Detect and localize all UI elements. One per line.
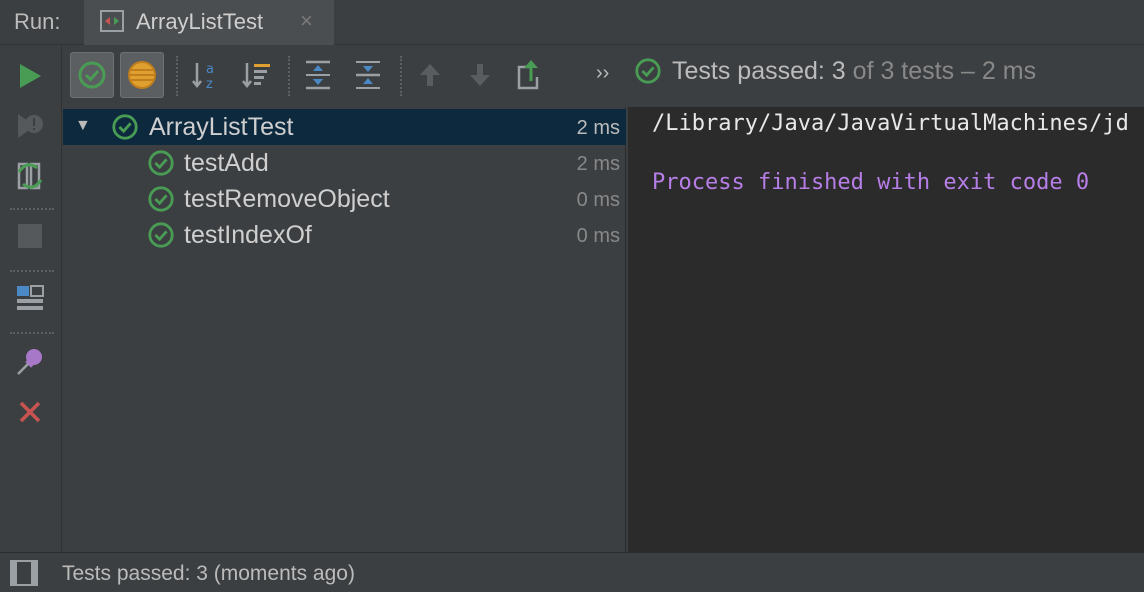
sort-alpha-icon: a z <box>192 62 214 91</box>
export-results-button[interactable] <box>508 52 552 98</box>
tree-row-test[interactable]: testRemoveObject 0 ms <box>63 181 626 217</box>
rerun-failed-icon <box>18 114 43 138</box>
toolbar-separator <box>10 208 54 210</box>
check-circle-icon <box>78 61 106 89</box>
toggle-auto-test-icon <box>17 162 43 190</box>
stop-button[interactable] <box>12 218 48 254</box>
run-label: Run: <box>14 9 61 34</box>
test-summary: Tests passed: 3 of 3 tests – 2 ms <box>634 56 1036 86</box>
toolbar-separator <box>400 56 402 96</box>
test-config-icon <box>100 10 124 32</box>
toggle-auto-test-button[interactable] <box>12 158 48 194</box>
test-method-name: testIndexOf <box>184 221 312 249</box>
expand-all-icon <box>306 60 330 90</box>
close-button[interactable] <box>12 394 48 430</box>
status-text: Tests passed: 3 (moments ago) <box>62 562 355 585</box>
svg-text:a: a <box>206 62 214 77</box>
arrow-down-icon <box>470 64 490 86</box>
check-circle-icon <box>112 114 138 140</box>
toolbar-separator <box>10 270 54 272</box>
stop-icon <box>18 224 42 248</box>
more-actions-icon[interactable]: ›› <box>596 62 609 85</box>
test-method-name: testRemoveObject <box>184 185 390 213</box>
svg-text:z: z <box>206 77 213 91</box>
test-tree: ▼ ArrayListTest 2 ms testAdd 2 ms testRe… <box>63 107 626 552</box>
tool-window-toggle-icon[interactable] <box>10 560 38 586</box>
run-icon <box>20 64 41 88</box>
arrow-up-icon <box>420 64 440 86</box>
ignored-test-icon <box>128 61 156 89</box>
console-output[interactable]: /Library/Java/JavaVirtualMachines/jd Pro… <box>628 107 1144 552</box>
tab-title: ArrayListTest <box>136 9 264 34</box>
pin-icon <box>17 349 42 375</box>
console-line-exit: Process finished with exit code 0 <box>652 170 1090 195</box>
test-toolbar: a z ›› Tests passed: 3 of 3 tests – 2 ms <box>62 46 1144 106</box>
tab-arraylisttest[interactable]: ArrayListTest × <box>84 0 334 45</box>
export-icon <box>517 60 539 90</box>
left-toolbar <box>0 46 62 552</box>
tree-row-test[interactable]: testAdd 2 ms <box>63 145 626 181</box>
rerun-button[interactable] <box>12 58 48 94</box>
check-circle-icon <box>635 58 661 84</box>
sort-alphabetically-button[interactable]: a z <box>184 52 228 98</box>
show-ignored-toggle[interactable] <box>120 52 164 98</box>
tree-row-root[interactable]: ▼ ArrayListTest 2 ms <box>63 109 626 145</box>
expand-arrow-icon[interactable]: ▼ <box>75 117 91 135</box>
test-duration: 0 ms <box>576 189 620 211</box>
check-circle-icon <box>148 150 174 176</box>
close-tab-icon[interactable]: × <box>300 8 313 34</box>
check-circle-icon <box>148 222 174 248</box>
sort-by-duration-button[interactable] <box>234 52 278 98</box>
test-duration: 2 ms <box>576 117 620 139</box>
pin-tab-button[interactable] <box>12 344 48 380</box>
toolbar-separator <box>10 332 54 334</box>
next-failed-test-button[interactable] <box>458 52 502 98</box>
console-line-command: /Library/Java/JavaVirtualMachines/jd <box>652 111 1129 136</box>
run-tool-window-header: Run: ArrayListTest × <box>0 0 1144 45</box>
restore-layout-button[interactable] <box>12 280 48 316</box>
toolbar-separator <box>176 56 178 96</box>
check-circle-icon <box>148 186 174 212</box>
tree-row-test[interactable]: testIndexOf 0 ms <box>63 217 626 253</box>
summary-passed-count: Tests passed: 3 <box>672 56 846 85</box>
rerun-failed-button[interactable] <box>12 108 48 144</box>
previous-failed-test-button[interactable] <box>408 52 452 98</box>
test-duration: 0 ms <box>576 225 620 247</box>
test-class-name: ArrayListTest <box>149 113 294 141</box>
collapse-all-icon <box>356 61 380 89</box>
summary-total: of 3 tests – 2 ms <box>845 56 1037 85</box>
close-icon <box>19 401 41 423</box>
show-passed-toggle[interactable] <box>70 52 114 98</box>
layout-icon <box>17 285 44 310</box>
status-bar: Tests passed: 3 (moments ago) <box>0 552 1144 592</box>
test-method-name: testAdd <box>184 149 269 177</box>
expand-all-button[interactable] <box>296 52 340 98</box>
test-duration: 2 ms <box>576 153 620 175</box>
sort-duration-icon <box>242 63 270 89</box>
toolbar-separator <box>288 56 290 96</box>
collapse-all-button[interactable] <box>346 52 390 98</box>
